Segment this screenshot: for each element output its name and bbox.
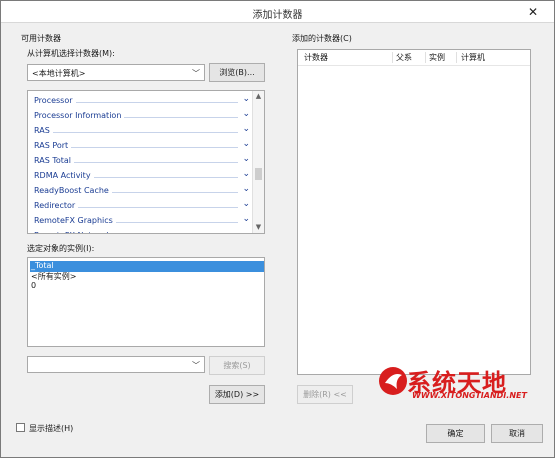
- chevron-down-icon[interactable]: ⌄: [242, 124, 250, 134]
- chevron-down-icon[interactable]: ⌄: [242, 214, 250, 224]
- show-description-checkbox[interactable]: [16, 423, 25, 432]
- counter-list-item[interactable]: RemoteFX Graphics ⌄: [34, 214, 252, 229]
- counter-name: Redirector: [34, 201, 79, 210]
- chevron-down-icon[interactable]: ⌄: [242, 94, 250, 104]
- counter-list[interactable]: Processor ⌄ Processor Information ⌄ RAS ⌄ RAS …: [27, 90, 265, 234]
- counter-name: RAS Total: [34, 156, 75, 165]
- instance-list-item[interactable]: <所有实例>: [30, 271, 76, 282]
- dotted-divider: [34, 132, 238, 133]
- chevron-down-icon[interactable]: ⌄: [242, 199, 250, 209]
- counter-list-item[interactable]: Processor Information ⌄: [34, 109, 252, 124]
- column-header-instance[interactable]: 实例: [429, 52, 445, 63]
- browse-button[interactable]: 浏览(B)...: [209, 63, 265, 82]
- counter-name: RAS: [34, 126, 53, 135]
- counter-list-item[interactable]: RDMA Activity ⌄: [34, 169, 252, 184]
- available-counters-title: 可用计数器: [21, 34, 61, 43]
- counter-name: RDMA Activity: [34, 171, 94, 180]
- chevron-down-icon[interactable]: ⌄: [242, 169, 250, 179]
- brand-logo-icon: [379, 367, 407, 395]
- counter-list-item[interactable]: Processor ⌄: [34, 94, 252, 109]
- counter-list-item[interactable]: RAS ⌄: [34, 124, 252, 139]
- brand-url: WWW.XITONGTIANDI.NET: [412, 391, 527, 400]
- cancel-button[interactable]: 取消: [491, 424, 543, 443]
- counter-list-scrollbar[interactable]: ▲ ▼: [252, 91, 264, 233]
- scroll-thumb[interactable]: [255, 168, 262, 180]
- window-title: 添加计数器: [252, 10, 303, 21]
- counter-list-item[interactable]: RAS Total ⌄: [34, 154, 252, 169]
- counter-list-item[interactable]: ReadyBoost Cache ⌄: [34, 184, 252, 199]
- column-header-counter[interactable]: 计数器: [304, 52, 328, 63]
- close-icon[interactable]: ✕: [524, 4, 542, 20]
- counter-list-item[interactable]: RAS Port ⌄: [34, 139, 252, 154]
- show-description-label[interactable]: 显示描述(H): [29, 423, 73, 434]
- computer-select-value: <本地计算机>: [32, 69, 86, 78]
- table-header: 计数器 父系 实例 计算机: [298, 50, 530, 66]
- scroll-up-icon[interactable]: ▲: [253, 91, 264, 102]
- chevron-down-icon: ﹀: [192, 361, 200, 370]
- counter-list-item[interactable]: RemoteFX Network ⌄: [34, 229, 252, 233]
- counter-name: RAS Port: [34, 141, 72, 150]
- column-header-computer[interactable]: 计算机: [461, 52, 485, 63]
- computer-select[interactable]: <本地计算机> ﹀: [27, 64, 205, 81]
- chevron-down-icon: ﹀: [192, 69, 200, 78]
- scroll-down-icon[interactable]: ▼: [253, 222, 264, 233]
- column-separator: [392, 52, 393, 63]
- remove-button[interactable]: 删除(R) <<: [297, 385, 353, 404]
- chevron-down-icon[interactable]: ⌄: [242, 154, 250, 164]
- counter-name: Processor Information: [34, 111, 125, 120]
- counter-name: RemoteFX Network: [34, 231, 114, 233]
- counter-name: RemoteFX Graphics: [34, 216, 116, 225]
- add-button[interactable]: 添加(D) >>: [209, 385, 265, 404]
- search-button[interactable]: 搜索(S): [209, 356, 265, 375]
- added-counters-table[interactable]: 计数器 父系 实例 计算机: [297, 49, 531, 375]
- column-header-parent[interactable]: 父系: [396, 52, 412, 63]
- ok-button[interactable]: 确定: [426, 424, 485, 443]
- column-separator: [456, 52, 457, 63]
- title-bar: 添加计数器 ✕: [1, 1, 554, 23]
- chevron-down-icon[interactable]: ⌄: [242, 109, 250, 119]
- add-counters-dialog: 添加计数器 ✕ 可用计数器 从计算机选择计数器(M): <本地计算机> ﹀ 浏览…: [0, 0, 555, 458]
- counter-name: ReadyBoost Cache: [34, 186, 112, 195]
- search-combo[interactable]: ﹀: [27, 356, 205, 373]
- counter-list-item[interactable]: Redirector ⌄: [34, 199, 252, 214]
- added-counters-title: 添加的计数器(C): [292, 34, 352, 43]
- chevron-down-icon[interactable]: ⌄: [242, 184, 250, 194]
- chevron-down-icon[interactable]: ⌄: [242, 229, 250, 233]
- instance-list-item[interactable]: 0: [30, 281, 36, 292]
- instance-list[interactable]: _Total <所有实例> 0: [27, 257, 265, 347]
- select-from-computer-label: 从计算机选择计数器(M):: [27, 49, 115, 58]
- instances-label: 选定对象的实例(I):: [27, 244, 95, 253]
- column-separator: [425, 52, 426, 63]
- counter-name: Processor: [34, 96, 76, 105]
- chevron-down-icon[interactable]: ⌄: [242, 139, 250, 149]
